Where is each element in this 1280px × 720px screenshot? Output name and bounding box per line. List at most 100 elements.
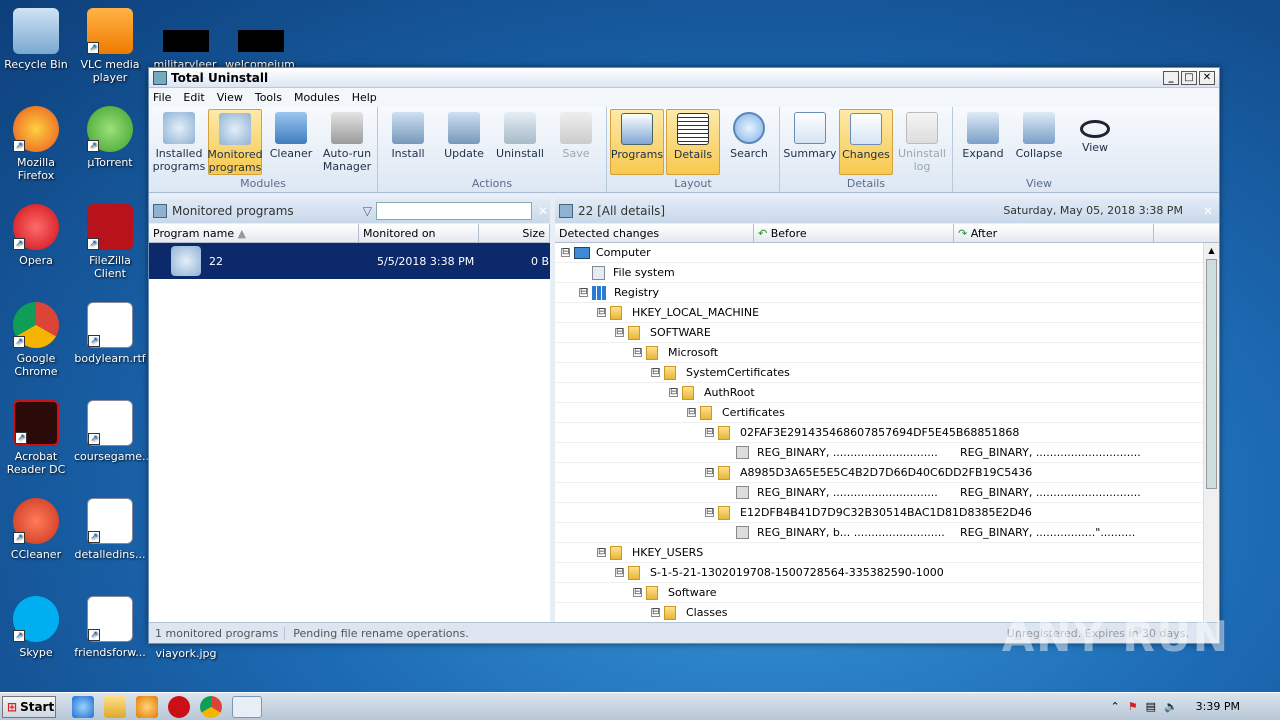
column-after[interactable]: ↷ After [954, 224, 1154, 242]
column-before[interactable]: ↶ Before [754, 224, 954, 242]
title-bar[interactable]: Total Uninstall _ □ ✕ [149, 68, 1219, 88]
scroll-up-button[interactable]: ▲ [1204, 243, 1219, 259]
tray-expand-icon[interactable]: ⌃ [1110, 700, 1119, 713]
tree-toggle-icon[interactable]: ⊟ [651, 368, 660, 377]
tree-row[interactable]: ⊟ SystemCertificates [555, 363, 1204, 383]
desktop-icon-coursegame[interactable]: ↗ coursegame... [74, 400, 152, 463]
minimize-button[interactable]: _ [1163, 70, 1179, 85]
tree-row[interactable]: ⊟ Software [555, 583, 1204, 603]
tree-toggle-icon[interactable]: ⊟ [687, 408, 696, 417]
tree-row[interactable]: ⊟ A8985D3A65E5E5C4B2D7D66D40C6DD2FB19C543… [555, 463, 1204, 483]
tree-row[interactable]: File system [555, 263, 1204, 283]
details-layout-button[interactable]: Details [666, 109, 720, 175]
maximize-button[interactable]: □ [1181, 70, 1197, 85]
desktop-icon-chrome[interactable]: ↗ Google Chrome [0, 302, 72, 378]
uninstall-log-button[interactable]: Uninstall log [895, 109, 949, 175]
tree-toggle-icon[interactable]: ⊟ [579, 288, 588, 297]
network-icon[interactable]: ▤ [1146, 700, 1156, 713]
column-size[interactable]: Size [479, 224, 550, 242]
menu-modules[interactable]: Modules [294, 91, 340, 104]
tree-toggle-icon[interactable]: ⊟ [615, 568, 624, 577]
desktop-icon-acrobat[interactable]: ↗ Acrobat Reader DC [0, 400, 72, 476]
tree-row[interactable]: ⊟ HKEY_LOCAL_MACHINE [555, 303, 1204, 323]
desktop-icon-utorrent[interactable]: ↗ µTorrent [74, 106, 146, 169]
menu-file[interactable]: File [153, 91, 171, 104]
desktop-icon-friendsforw[interactable]: ↗ friendsforw... [74, 596, 146, 659]
clear-filter-icon[interactable]: ✕ [538, 204, 548, 218]
chrome-taskbar-icon[interactable] [200, 695, 222, 718]
menu-help[interactable]: Help [352, 91, 377, 104]
desktop-icon-filezilla[interactable]: ↗ FileZilla Client [74, 204, 146, 280]
summary-button[interactable]: Summary [783, 109, 837, 175]
table-row[interactable]: 22 5/5/2018 3:38 PM 0 B [149, 243, 550, 279]
desktop-icon-vlc[interactable]: ↗ VLC media player [74, 8, 146, 84]
scroll-thumb[interactable] [1206, 259, 1217, 489]
desktop-icon-opera[interactable]: ↗ Opera [0, 204, 72, 267]
action-center-icon[interactable]: ⚑ [1128, 700, 1138, 713]
close-button[interactable]: ✕ [1199, 70, 1215, 85]
tree-row[interactable]: REG_BINARY, ............................… [555, 443, 1204, 463]
media-player-icon[interactable] [136, 695, 158, 718]
filter-icon[interactable]: ▽ [363, 204, 372, 218]
tree-row[interactable]: ⊟ 02FAF3E291435468607857694DF5E45B6885186… [555, 423, 1204, 443]
tree-row[interactable]: ⊟ Microsoft [555, 343, 1204, 363]
collapse-button[interactable]: Collapse [1012, 109, 1066, 175]
opera-taskbar-icon[interactable] [168, 695, 190, 718]
tree-row[interactable]: ⊟ AuthRoot [555, 383, 1204, 403]
autorun-manager-button[interactable]: Auto-run Manager [320, 109, 374, 175]
tree-toggle-icon[interactable]: ⊟ [597, 308, 606, 317]
tree-toggle-icon[interactable]: ⊟ [705, 468, 714, 477]
tree-toggle-icon[interactable]: ⊟ [705, 428, 714, 437]
expand-button[interactable]: Expand [956, 109, 1010, 175]
start-button[interactable]: ⊞ Start [2, 695, 56, 718]
installed-programs-button[interactable]: Installed programs [152, 109, 206, 175]
volume-icon[interactable]: 🔈 [1164, 700, 1178, 713]
tree-row[interactable]: ⊟ HKEY_USERS [555, 543, 1204, 563]
clock[interactable]: 3:39 PM [1196, 700, 1240, 713]
desktop-icon-detalledins[interactable]: ↗ detalledins... [74, 498, 146, 561]
tree-toggle-icon[interactable]: ⊟ [561, 248, 570, 257]
tree-toggle-icon[interactable]: ⊟ [597, 548, 606, 557]
tree-row[interactable]: ⊟ Certificates [555, 403, 1204, 423]
tree-row[interactable]: REG_BINARY, ............................… [555, 483, 1204, 503]
filter-input[interactable] [375, 201, 532, 220]
menu-view[interactable]: View [217, 91, 243, 104]
cleaner-button[interactable]: Cleaner [264, 109, 318, 175]
column-program-name[interactable]: Program name ▲ [149, 224, 359, 242]
desktop-icon-bodylearn[interactable]: ↗ bodylearn.rtf [74, 302, 146, 365]
close-details-icon[interactable]: ✕ [1203, 204, 1213, 218]
desktop-icon-ccleaner[interactable]: ↗ CCleaner [0, 498, 72, 561]
tree-toggle-icon[interactable]: ⊟ [651, 608, 660, 617]
ie-icon[interactable] [72, 695, 94, 718]
tree-row[interactable]: ⊟ Computer [555, 243, 1204, 263]
save-button[interactable]: Save [549, 109, 603, 175]
tree-row[interactable]: ⊟ SOFTWARE [555, 323, 1204, 343]
desktop-icon-skype[interactable]: ↗ Skype [0, 596, 72, 659]
install-button[interactable]: Install [381, 109, 435, 175]
explorer-icon[interactable] [104, 695, 126, 718]
tree-row[interactable]: ⊟ E12DFB4B41D7D9C32B30514BAC1D81D8385E2D4… [555, 503, 1204, 523]
column-detected-changes[interactable]: Detected changes [555, 224, 754, 242]
tree-toggle-icon[interactable]: ⊟ [633, 588, 642, 597]
tree-row[interactable]: ⊟ Registry [555, 283, 1204, 303]
programs-layout-button[interactable]: Programs [610, 109, 664, 175]
search-button[interactable]: Search [722, 109, 776, 175]
desktop-icon-firefox[interactable]: ↗ Mozilla Firefox [0, 106, 72, 182]
uninstall-button[interactable]: Uninstall [493, 109, 547, 175]
tree-row[interactable]: ⊟ S-1-5-21-1302019708-1500728564-33538259… [555, 563, 1204, 583]
vertical-scrollbar[interactable]: ▲ [1203, 243, 1219, 623]
tree-toggle-icon[interactable]: ⊟ [615, 328, 624, 337]
view-button[interactable]: View [1068, 109, 1122, 175]
menu-tools[interactable]: Tools [255, 91, 282, 104]
desktop-icon-recycle-bin[interactable]: Recycle Bin [0, 8, 72, 71]
tree-toggle-icon[interactable]: ⊟ [633, 348, 642, 357]
tree-toggle-icon[interactable]: ⊟ [669, 388, 678, 397]
column-monitored-on[interactable]: Monitored on [359, 224, 479, 242]
monitored-programs-button[interactable]: Monitored programs [207, 109, 263, 175]
total-uninstall-taskbar-icon[interactable] [232, 695, 262, 718]
changes-button[interactable]: Changes [839, 109, 893, 175]
update-button[interactable]: Update [437, 109, 491, 175]
tree-row[interactable]: REG_BINARY, b... .......................… [555, 523, 1204, 543]
menu-edit[interactable]: Edit [183, 91, 204, 104]
tree-toggle-icon[interactable]: ⊟ [705, 508, 714, 517]
